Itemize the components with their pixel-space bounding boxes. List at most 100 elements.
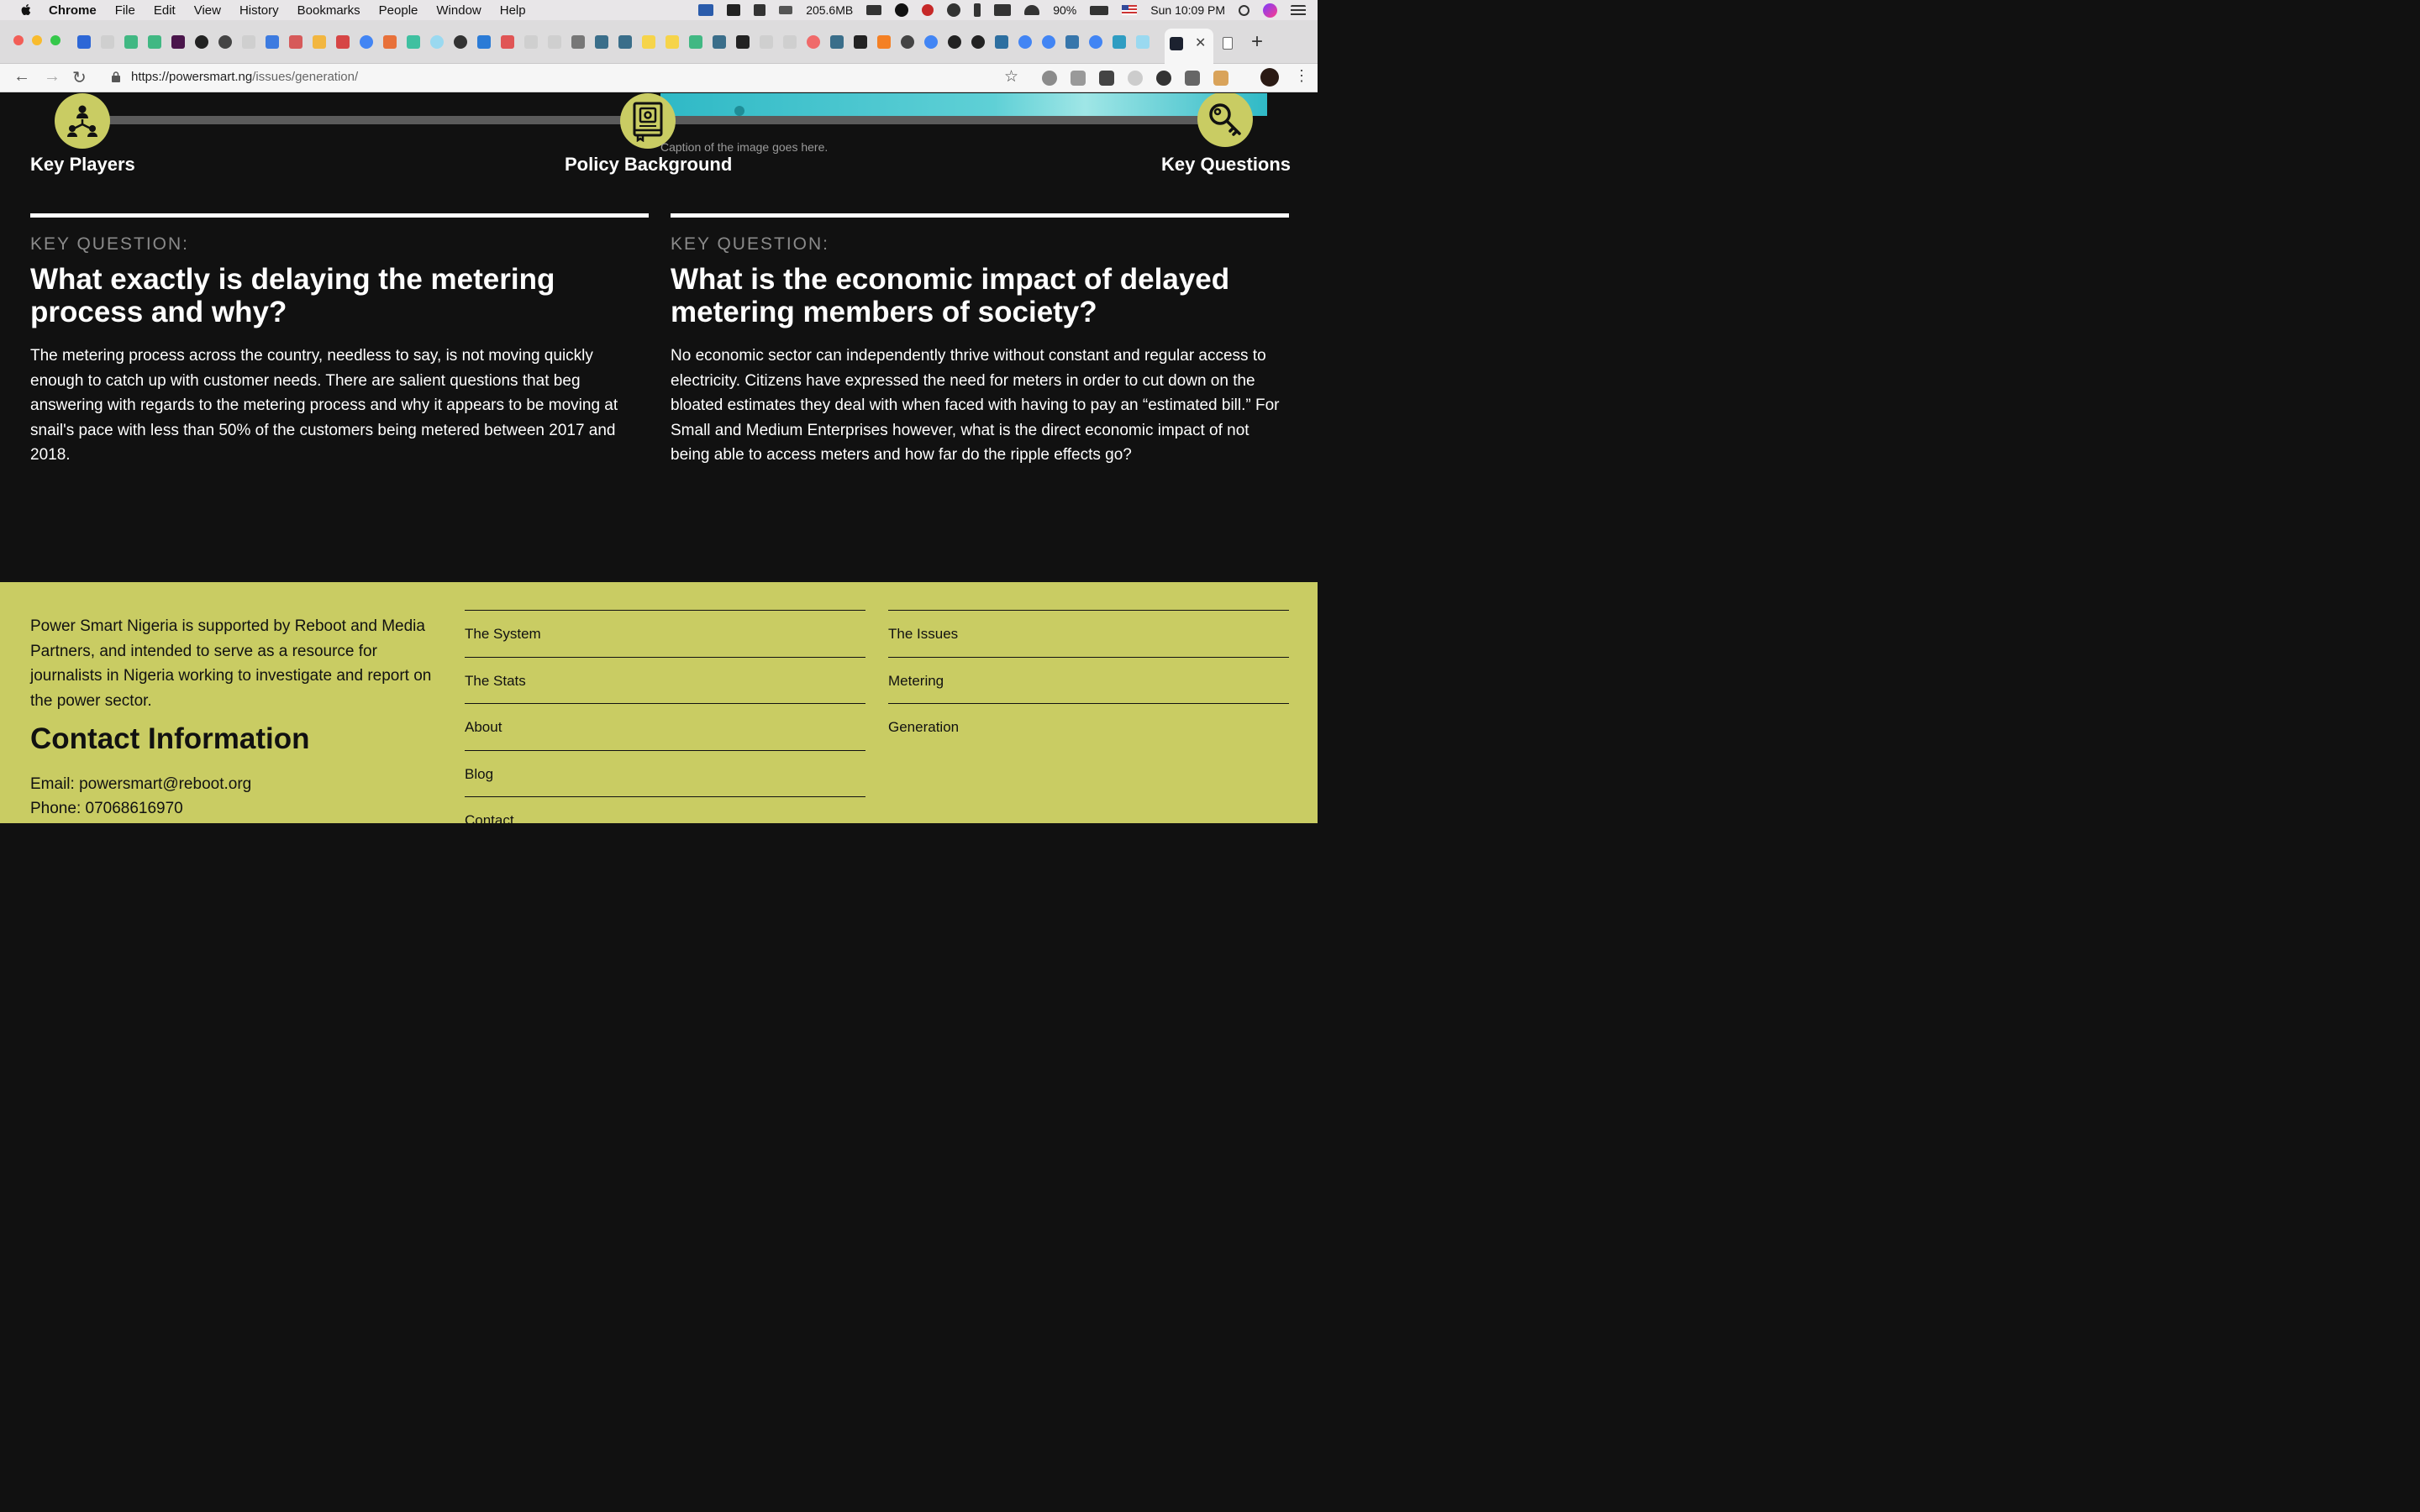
tab-favicon-icon[interactable]: [713, 35, 726, 49]
tab-favicon-icon[interactable]: [854, 35, 867, 49]
footer-link-blog[interactable]: Blog: [465, 749, 865, 797]
battery-percent[interactable]: 90%: [1053, 3, 1076, 17]
cpu-monitor-icon[interactable]: [779, 6, 793, 14]
tab-favicon-icon[interactable]: [195, 35, 208, 49]
contact-email[interactable]: Email: powersmart@reboot.org: [30, 775, 251, 794]
back-arrow-icon[interactable]: ←: [13, 67, 30, 87]
blank-page-tab-icon[interactable]: [1223, 37, 1233, 50]
time-machine-icon[interactable]: [947, 3, 961, 17]
reload-icon[interactable]: ↻: [72, 67, 87, 88]
menu-file[interactable]: File: [115, 3, 135, 18]
bookmark-star-icon[interactable]: ☆: [1004, 67, 1018, 87]
tab-favicon-icon[interactable]: [901, 35, 914, 49]
tab-favicon-icon[interactable]: [266, 35, 279, 49]
tab-favicon-icon[interactable]: [548, 35, 561, 49]
tab-favicon-icon[interactable]: [124, 35, 138, 49]
siri-icon[interactable]: [1263, 3, 1277, 18]
key-players-link[interactable]: Key Players: [30, 154, 135, 176]
tab-favicon-icon[interactable]: [383, 35, 397, 49]
tab-favicon-icon[interactable]: [1042, 35, 1055, 49]
forward-arrow-icon[interactable]: →: [44, 67, 60, 87]
tab-favicon-icon[interactable]: [360, 35, 373, 49]
profile-avatar[interactable]: [1260, 68, 1279, 87]
extension-eye-icon[interactable]: [1128, 71, 1143, 86]
key-questions-step-button[interactable]: [1197, 93, 1253, 147]
notification-center-icon[interactable]: [1291, 4, 1306, 16]
memory-readout[interactable]: 205.6MB: [806, 3, 853, 17]
window-zoom-button[interactable]: [50, 35, 60, 45]
tab-favicon-icon[interactable]: [971, 35, 985, 49]
dropbox-icon[interactable]: [727, 4, 741, 16]
extension-crosshair-icon[interactable]: [1185, 71, 1200, 86]
extension-gear-icon[interactable]: [1042, 71, 1057, 86]
tab-favicon-icon[interactable]: [877, 35, 891, 49]
tab-favicon-icon[interactable]: [477, 35, 491, 49]
menu-bookmarks[interactable]: Bookmarks: [297, 3, 360, 18]
menu-edit[interactable]: Edit: [154, 3, 176, 18]
tab-favicon-icon[interactable]: [736, 35, 750, 49]
tab-favicon-icon[interactable]: [760, 35, 773, 49]
apple-logo-icon[interactable]: [18, 3, 34, 18]
tab-favicon-icon[interactable]: [524, 35, 538, 49]
tab-favicon-icon[interactable]: [642, 35, 655, 49]
tab-favicon-icon[interactable]: [148, 35, 161, 49]
key-players-step-button[interactable]: [55, 93, 110, 149]
skype-icon[interactable]: [895, 3, 909, 17]
bluetooth-icon[interactable]: [974, 3, 981, 17]
tab-favicon-icon[interactable]: [430, 35, 444, 49]
menu-window[interactable]: Window: [436, 3, 481, 18]
tab-close-icon[interactable]: ✕: [1195, 34, 1206, 51]
menu-people[interactable]: People: [379, 3, 418, 18]
window-close-button[interactable]: [13, 35, 24, 45]
notification-icon[interactable]: [922, 4, 934, 16]
tab-favicon-icon[interactable]: [101, 35, 114, 49]
tab-favicon-icon[interactable]: [595, 35, 608, 49]
extension-face-icon[interactable]: [1213, 71, 1228, 86]
tab-favicon-icon[interactable]: [242, 35, 255, 49]
new-tab-button[interactable]: +: [1251, 30, 1263, 54]
app-status-icon[interactable]: [698, 4, 714, 16]
tab-favicon-icon[interactable]: [1113, 35, 1126, 49]
tab-favicon-icon[interactable]: [666, 35, 679, 49]
tab-favicon-icon[interactable]: [830, 35, 844, 49]
wifi-icon[interactable]: [1024, 5, 1040, 15]
tab-favicon-icon[interactable]: [171, 35, 185, 49]
tab-favicon-icon[interactable]: [313, 35, 326, 49]
address-bar[interactable]: https://powersmart.ng/issues/generation/: [131, 70, 358, 84]
footer-link-generation[interactable]: Generation: [888, 703, 1289, 750]
window-minimize-button[interactable]: [32, 35, 42, 45]
us-flag-icon[interactable]: [1122, 5, 1138, 15]
menu-history[interactable]: History: [239, 3, 279, 18]
footer-link-contact[interactable]: Contact: [465, 796, 865, 823]
more-menu-icon[interactable]: ⋮: [1294, 67, 1309, 85]
menu-view[interactable]: View: [194, 3, 221, 18]
active-tab[interactable]: ✕: [1165, 29, 1213, 64]
tab-favicon-icon[interactable]: [289, 35, 302, 49]
menubar-clock[interactable]: Sun 10:09 PM: [1150, 3, 1225, 17]
tab-favicon-icon[interactable]: [1136, 35, 1150, 49]
tab-favicon-icon[interactable]: [571, 35, 585, 49]
window-manager-icon[interactable]: [754, 4, 766, 16]
tab-favicon-icon[interactable]: [1018, 35, 1032, 49]
tab-favicon-icon[interactable]: [995, 35, 1008, 49]
tab-favicon-icon[interactable]: [218, 35, 232, 49]
contact-phone[interactable]: Phone: 07068616970: [30, 800, 183, 818]
camera-icon[interactable]: [866, 5, 882, 15]
tab-favicon-icon[interactable]: [689, 35, 702, 49]
extension-lightbulb-icon[interactable]: [1099, 71, 1114, 86]
tab-favicon-icon[interactable]: [807, 35, 820, 49]
key-questions-link[interactable]: Key Questions: [1161, 154, 1291, 176]
tab-favicon-icon[interactable]: [783, 35, 797, 49]
extension-clock-icon[interactable]: [1156, 71, 1171, 86]
menu-help[interactable]: Help: [500, 3, 526, 18]
footer-link-about[interactable]: About: [465, 703, 865, 750]
keyboard-icon[interactable]: [994, 4, 1012, 16]
tab-favicon-icon[interactable]: [1089, 35, 1102, 49]
tab-favicon-icon[interactable]: [77, 35, 91, 49]
policy-background-link[interactable]: Policy Background: [565, 154, 732, 176]
tab-favicon-icon[interactable]: [924, 35, 938, 49]
spotlight-search-icon[interactable]: [1239, 4, 1249, 16]
footer-link-the-issues[interactable]: The Issues: [888, 610, 1289, 657]
lock-icon[interactable]: [112, 71, 120, 82]
tab-favicon-icon[interactable]: [618, 35, 632, 49]
